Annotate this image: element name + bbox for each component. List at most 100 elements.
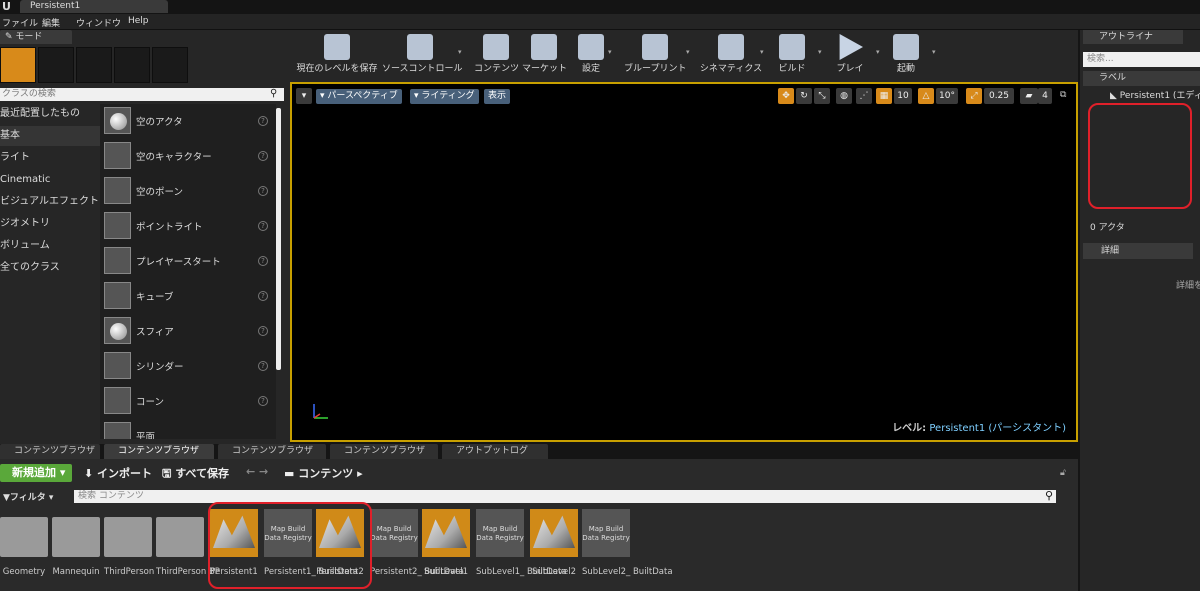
category-volumes[interactable]: ボリューム: [0, 236, 100, 256]
class-search-input[interactable]: クラスの検索: [0, 88, 284, 101]
list-item[interactable]: 空のキャラクター?: [100, 139, 276, 174]
tab-content-browser-4[interactable]: コンテンツブラウザ: [330, 444, 438, 459]
search-icon[interactable]: ⚲: [270, 88, 277, 99]
rotate-icon[interactable]: ↻: [796, 88, 812, 104]
play-button[interactable]: プレイ: [830, 32, 870, 78]
asset-tile[interactable]: Mannequin: [52, 509, 100, 577]
outliner-row[interactable]: ◣ Persistent1 (エディ: [1110, 88, 1200, 101]
import-button[interactable]: ⬇ インポート: [84, 465, 152, 481]
help-icon[interactable]: ?: [258, 361, 268, 371]
translate-icon[interactable]: ✥: [778, 88, 794, 104]
maximize-icon[interactable]: ⧉: [1060, 90, 1066, 100]
place-mode-icon[interactable]: [0, 47, 36, 83]
menu-help[interactable]: Help: [128, 16, 149, 26]
surface-snap-icon[interactable]: ⋰: [856, 88, 872, 104]
chevron-down-icon[interactable]: ▾: [608, 48, 616, 56]
settings-button[interactable]: 設定: [574, 32, 608, 78]
chevron-down-icon[interactable]: ▾: [818, 48, 826, 56]
category-recent[interactable]: 最近配置したもの: [0, 104, 100, 124]
modes-tab[interactable]: ✎ モード: [0, 30, 72, 44]
list-item[interactable]: 空のアクタ?: [100, 104, 276, 139]
paint-mode-icon[interactable]: [38, 47, 74, 83]
help-icon[interactable]: ?: [258, 291, 268, 301]
help-icon[interactable]: ?: [258, 326, 268, 336]
grid-snap-icon[interactable]: ▦: [876, 88, 892, 104]
outliner-tab[interactable]: アウトライナ: [1083, 30, 1183, 44]
tab-content-browser-1[interactable]: コンテンツブラウザ: [0, 444, 100, 459]
save-all-button[interactable]: 🖫 すべて保存: [162, 465, 229, 484]
list-item[interactable]: プレイヤースタート?: [100, 244, 276, 279]
chevron-down-icon[interactable]: ▾: [760, 48, 768, 56]
path-breadcrumb[interactable]: ▬ コンテンツ ▸: [284, 465, 363, 481]
scale-snap-value[interactable]: 0.25: [984, 88, 1014, 104]
camera-speed-icon[interactable]: ▰: [1020, 88, 1038, 104]
add-new-button[interactable]: 新規追加 ▾: [0, 464, 72, 482]
scale-snap-icon[interactable]: ⤢: [966, 88, 982, 104]
details-tab[interactable]: 詳細: [1083, 243, 1193, 259]
show-button[interactable]: 表示: [484, 89, 511, 104]
rotation-snap-value[interactable]: 10°: [936, 88, 958, 104]
search-icon[interactable]: ⚲: [1045, 489, 1053, 502]
category-all-classes[interactable]: 全てのクラス: [0, 258, 100, 278]
list-item[interactable]: スフィア?: [100, 314, 276, 349]
asset-tile[interactable]: Map Build Data Registry Persistent2_ Buil…: [370, 509, 464, 577]
place-list-scrollbar[interactable]: [276, 108, 281, 370]
rotation-snap-icon[interactable]: △: [918, 88, 934, 104]
help-icon[interactable]: ?: [258, 151, 268, 161]
asset-tile[interactable]: ThirdPerson: [104, 509, 154, 577]
filter-button[interactable]: ▼フィルタ ▾: [3, 490, 53, 503]
category-geometry[interactable]: ジオメトリ: [0, 214, 100, 234]
chevron-down-icon[interactable]: ▾: [686, 48, 694, 56]
help-icon[interactable]: ?: [258, 256, 268, 266]
launch-button[interactable]: 起動: [888, 32, 924, 78]
list-item[interactable]: ポイントライト?: [100, 209, 276, 244]
list-item[interactable]: キューブ?: [100, 279, 276, 314]
list-item[interactable]: 平面: [100, 419, 276, 439]
source-control-button[interactable]: ソースコントロール: [382, 32, 463, 78]
landscape-mode-icon[interactable]: [76, 47, 112, 83]
list-item[interactable]: コーン?: [100, 384, 276, 419]
world-space-icon[interactable]: ◍: [836, 88, 852, 104]
list-item[interactable]: シリンダー?: [100, 349, 276, 384]
chevron-down-icon[interactable]: ▾: [458, 48, 466, 56]
viewport-options-icon[interactable]: ▾: [296, 88, 312, 104]
tab-content-browser-2[interactable]: コンテンツブラウザ: [104, 444, 214, 459]
asset-tile[interactable]: SubLevel2: [530, 509, 578, 577]
chevron-down-icon[interactable]: ▾: [876, 48, 884, 56]
menu-window[interactable]: ウィンドウ: [76, 16, 121, 29]
category-cinematic[interactable]: Cinematic: [0, 170, 100, 190]
list-item[interactable]: 空のポーン?: [100, 174, 276, 209]
help-icon[interactable]: ?: [258, 116, 268, 126]
marketplace-button[interactable]: マーケット: [522, 32, 567, 78]
help-icon[interactable]: ?: [258, 186, 268, 196]
geometry-mode-icon[interactable]: [152, 47, 188, 83]
menu-file[interactable]: ファイル: [2, 16, 38, 29]
level-viewport[interactable]: ▾ ▾ パースペクティブ ▾ ライティング 表示 ✥ ↻ ⤡ ◍ ⋰ ▦ 10 …: [290, 82, 1078, 442]
camera-speed-value[interactable]: 4: [1038, 88, 1052, 104]
grid-snap-value[interactable]: 10: [894, 88, 912, 104]
save-level-button[interactable]: 現在のレベルを保存: [294, 32, 380, 78]
asset-tile[interactable]: Map Build Data Registry SubLevel1_ BuiltD…: [476, 509, 567, 577]
category-visual-effects[interactable]: ビジュアルエフェクト: [0, 192, 100, 212]
help-icon[interactable]: ?: [258, 396, 268, 406]
chevron-down-icon[interactable]: ▾: [932, 48, 940, 56]
cinematics-button[interactable]: シネマティクス: [698, 32, 764, 78]
build-button[interactable]: ビルド: [774, 32, 810, 78]
outliner-column-header[interactable]: ラベル: [1083, 71, 1200, 86]
asset-tile[interactable]: SubLevel1: [422, 509, 470, 577]
tab-output-log[interactable]: アウトプットログ: [442, 444, 548, 459]
menu-edit[interactable]: 編集: [42, 16, 60, 29]
asset-tile[interactable]: Map Build Data Registry SubLevel2_ BuiltD…: [582, 509, 673, 577]
help-icon[interactable]: ?: [258, 221, 268, 231]
lock-icon[interactable]: 🔓︎: [1060, 468, 1066, 478]
tab-content-browser-3[interactable]: コンテンツブラウザ: [218, 444, 326, 459]
perspective-button[interactable]: ▾ パースペクティブ: [316, 89, 402, 104]
category-basic[interactable]: 基本: [0, 126, 100, 146]
asset-tile[interactable]: Geometry: [0, 509, 48, 577]
lighting-button[interactable]: ▾ ライティング: [410, 89, 479, 104]
document-tab[interactable]: Persistent1: [20, 0, 168, 13]
category-lights[interactable]: ライト: [0, 148, 100, 168]
content-button[interactable]: コンテンツ: [474, 32, 519, 78]
blueprints-button[interactable]: ブループリント: [624, 32, 686, 78]
outliner-search-input[interactable]: 検索...: [1083, 52, 1200, 67]
